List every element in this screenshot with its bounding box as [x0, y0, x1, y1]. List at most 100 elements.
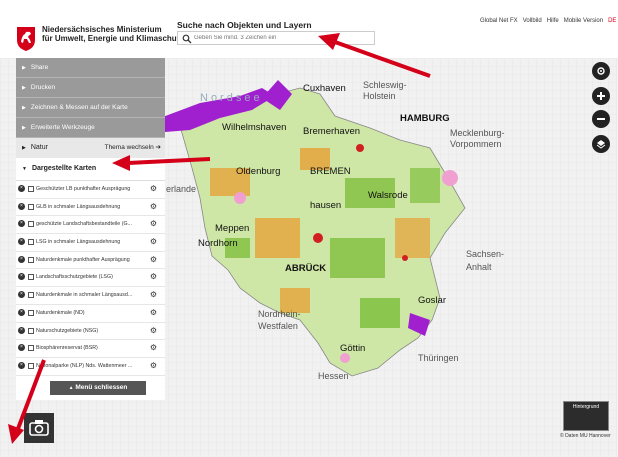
- ministry-name[interactable]: Niedersächsisches Ministerium für Umwelt…: [42, 25, 183, 43]
- gear-icon[interactable]: ⚙: [150, 287, 157, 303]
- layer-label: LSG in schmaler Längsausdehnung: [36, 239, 121, 246]
- label-hausen: hausen: [310, 200, 342, 211]
- checkbox-icon[interactable]: [28, 274, 34, 281]
- gear-icon[interactable]: ⚙: [150, 181, 157, 197]
- layer-item[interactable]: × Naturschutzgebiete (NSG) ⚙: [16, 323, 165, 341]
- remove-icon[interactable]: ×: [18, 361, 25, 369]
- gear-icon[interactable]: ⚙: [150, 216, 157, 232]
- remove-icon[interactable]: ×: [18, 185, 25, 192]
- layer-item[interactable]: × Naturdenkmale (ND) ⚙: [16, 305, 165, 323]
- label-hamburg: HAMBURG: [400, 113, 450, 124]
- label-bremen: BREMEN: [310, 166, 351, 177]
- arrow-right-circle-icon: ➔: [155, 144, 161, 151]
- label-osnabrueck: ABRÜCK: [285, 263, 327, 274]
- layer-label: Nationalparke (NLP) Nds. Wattenmeer ...: [36, 362, 133, 369]
- layer-item[interactable]: × LSG in schmaler Längsausdehnung ⚙: [16, 234, 165, 252]
- theme-switch-label: Thema wechseln: [104, 144, 154, 151]
- layer-item[interactable]: × GLB in schmaler Längsausdehnung ⚙: [16, 199, 165, 217]
- layer-item[interactable]: × Geschützter LB punkthafter Ausprägung ⚙: [16, 181, 165, 199]
- search-icon: [182, 34, 192, 44]
- checkbox-icon[interactable]: [28, 345, 34, 352]
- link-global-net-fx[interactable]: Global Net FX: [480, 18, 518, 24]
- language-switch[interactable]: DE: [608, 18, 616, 24]
- remove-icon[interactable]: ×: [18, 273, 25, 281]
- background-map-switch[interactable]: Hintergrund: [563, 401, 609, 431]
- triangle-right-icon: ▶: [22, 65, 26, 71]
- checkbox-icon[interactable]: [28, 309, 34, 316]
- label-cuxhaven: Cuxhaven: [303, 83, 346, 94]
- close-menu-button[interactable]: ▲ Menü schliessen: [50, 381, 146, 395]
- remove-icon[interactable]: ×: [18, 326, 25, 334]
- label-meppen: Meppen: [215, 223, 250, 234]
- label-sachsen-anhalt: Sachsen-Anhalt: [466, 249, 505, 272]
- checkbox-icon[interactable]: [28, 203, 34, 210]
- label-erlande: erlande: [166, 184, 197, 194]
- checkbox-icon[interactable]: [28, 327, 34, 334]
- zoom-in-button[interactable]: [592, 87, 610, 105]
- gear-icon[interactable]: ⚙: [150, 269, 157, 285]
- gear-icon[interactable]: ⚙: [150, 252, 157, 268]
- layers-header[interactable]: ▼ Dargestellte Karten: [16, 158, 165, 180]
- gear-icon[interactable]: ⚙: [150, 199, 157, 215]
- checkbox-icon[interactable]: [28, 186, 34, 192]
- link-hilfe[interactable]: Hilfe: [547, 18, 559, 24]
- gear-icon[interactable]: ⚙: [150, 340, 157, 356]
- checkbox-icon[interactable]: [28, 292, 34, 299]
- triangle-right-icon: ▶: [22, 105, 26, 111]
- gear-icon[interactable]: ⚙: [150, 305, 157, 321]
- remove-icon[interactable]: ×: [18, 238, 25, 246]
- theme-switch-link[interactable]: Thema wechseln ➔: [105, 138, 161, 158]
- advanced-tools-button[interactable]: ▶ Erweiterte Werkzeuge: [16, 118, 165, 138]
- checkbox-icon[interactable]: [28, 362, 34, 369]
- link-vollbild[interactable]: Vollbild: [523, 18, 542, 24]
- label-goslar: Goslar: [418, 295, 446, 306]
- label-goettingen: Göttin: [340, 343, 366, 354]
- layer-item[interactable]: × Landschaftsschutzgebiete (LSG) ⚙: [16, 269, 165, 288]
- minus-icon: [597, 118, 605, 120]
- triangle-right-icon: ▶: [22, 125, 26, 131]
- gear-icon[interactable]: ⚙: [150, 323, 157, 339]
- layer-item[interactable]: × geschützte Landschaftsbestandteile (G..…: [16, 216, 165, 235]
- camera-icon: [29, 420, 49, 436]
- label-nordhorn: Nordhorn: [198, 238, 238, 249]
- remove-icon[interactable]: ×: [18, 202, 25, 210]
- draw-measure-button[interactable]: ▶ Zeichnen & Messen auf der Karte: [16, 98, 165, 118]
- remove-icon[interactable]: ×: [18, 255, 25, 263]
- print-button[interactable]: ▶ Drucken: [16, 78, 165, 98]
- checkbox-icon[interactable]: [28, 239, 34, 246]
- search-box[interactable]: [177, 31, 375, 45]
- search-input[interactable]: [194, 33, 370, 43]
- checkbox-icon[interactable]: [28, 221, 34, 228]
- layer-label: Naturschutzgebiete (NSG): [36, 327, 99, 334]
- search-title: Suche nach Objekten und Layern: [177, 20, 312, 30]
- label-wilhelmshaven: Wilhelmshaven: [222, 122, 287, 133]
- zoom-out-button[interactable]: [592, 110, 610, 128]
- checkbox-icon[interactable]: [28, 256, 34, 263]
- remove-icon[interactable]: ×: [18, 291, 25, 299]
- triangle-right-icon: ▶: [22, 85, 26, 91]
- gear-icon[interactable]: ⚙: [150, 358, 157, 374]
- triangle-up-icon: ▲: [68, 385, 74, 391]
- remove-icon[interactable]: ×: [18, 344, 25, 352]
- layer-item[interactable]: × Naturdenkmale punkthafter Ausprägung ⚙: [16, 252, 165, 270]
- remove-icon[interactable]: ×: [18, 220, 25, 228]
- print-label: Drucken: [30, 84, 56, 91]
- label-walsrode: Walsrode: [368, 190, 408, 201]
- plus-icon: [597, 92, 605, 100]
- gear-icon[interactable]: ⚙: [150, 234, 157, 250]
- advanced-tools-label: Erweiterte Werkzeuge: [30, 124, 95, 131]
- share-button[interactable]: ▶ Share: [16, 58, 165, 78]
- triangle-down-icon: ▼: [22, 166, 27, 172]
- layers-button[interactable]: [592, 135, 610, 153]
- remove-icon[interactable]: ×: [18, 308, 25, 316]
- layer-item[interactable]: × Nationalparke (NLP) Nds. Wattenmeer ...…: [16, 358, 165, 376]
- layer-item[interactable]: × Naturdenkmale in schmaler Längsausd... ⚙: [16, 287, 165, 305]
- theme-row[interactable]: ▶ Natur Thema wechseln ➔: [16, 138, 165, 158]
- layer-item[interactable]: × Biosphärenreservat (BSR) ⚙: [16, 340, 165, 358]
- locate-button[interactable]: [592, 62, 610, 80]
- layers-icon: [596, 140, 606, 149]
- label-schleswig-holstein: Schleswig-Holstein: [363, 80, 407, 101]
- camera-button[interactable]: [24, 413, 54, 443]
- label-nordrhein-westfalen: Nordrhein-Westfalen: [258, 309, 301, 331]
- link-mobile-version[interactable]: Mobile Version: [564, 18, 603, 24]
